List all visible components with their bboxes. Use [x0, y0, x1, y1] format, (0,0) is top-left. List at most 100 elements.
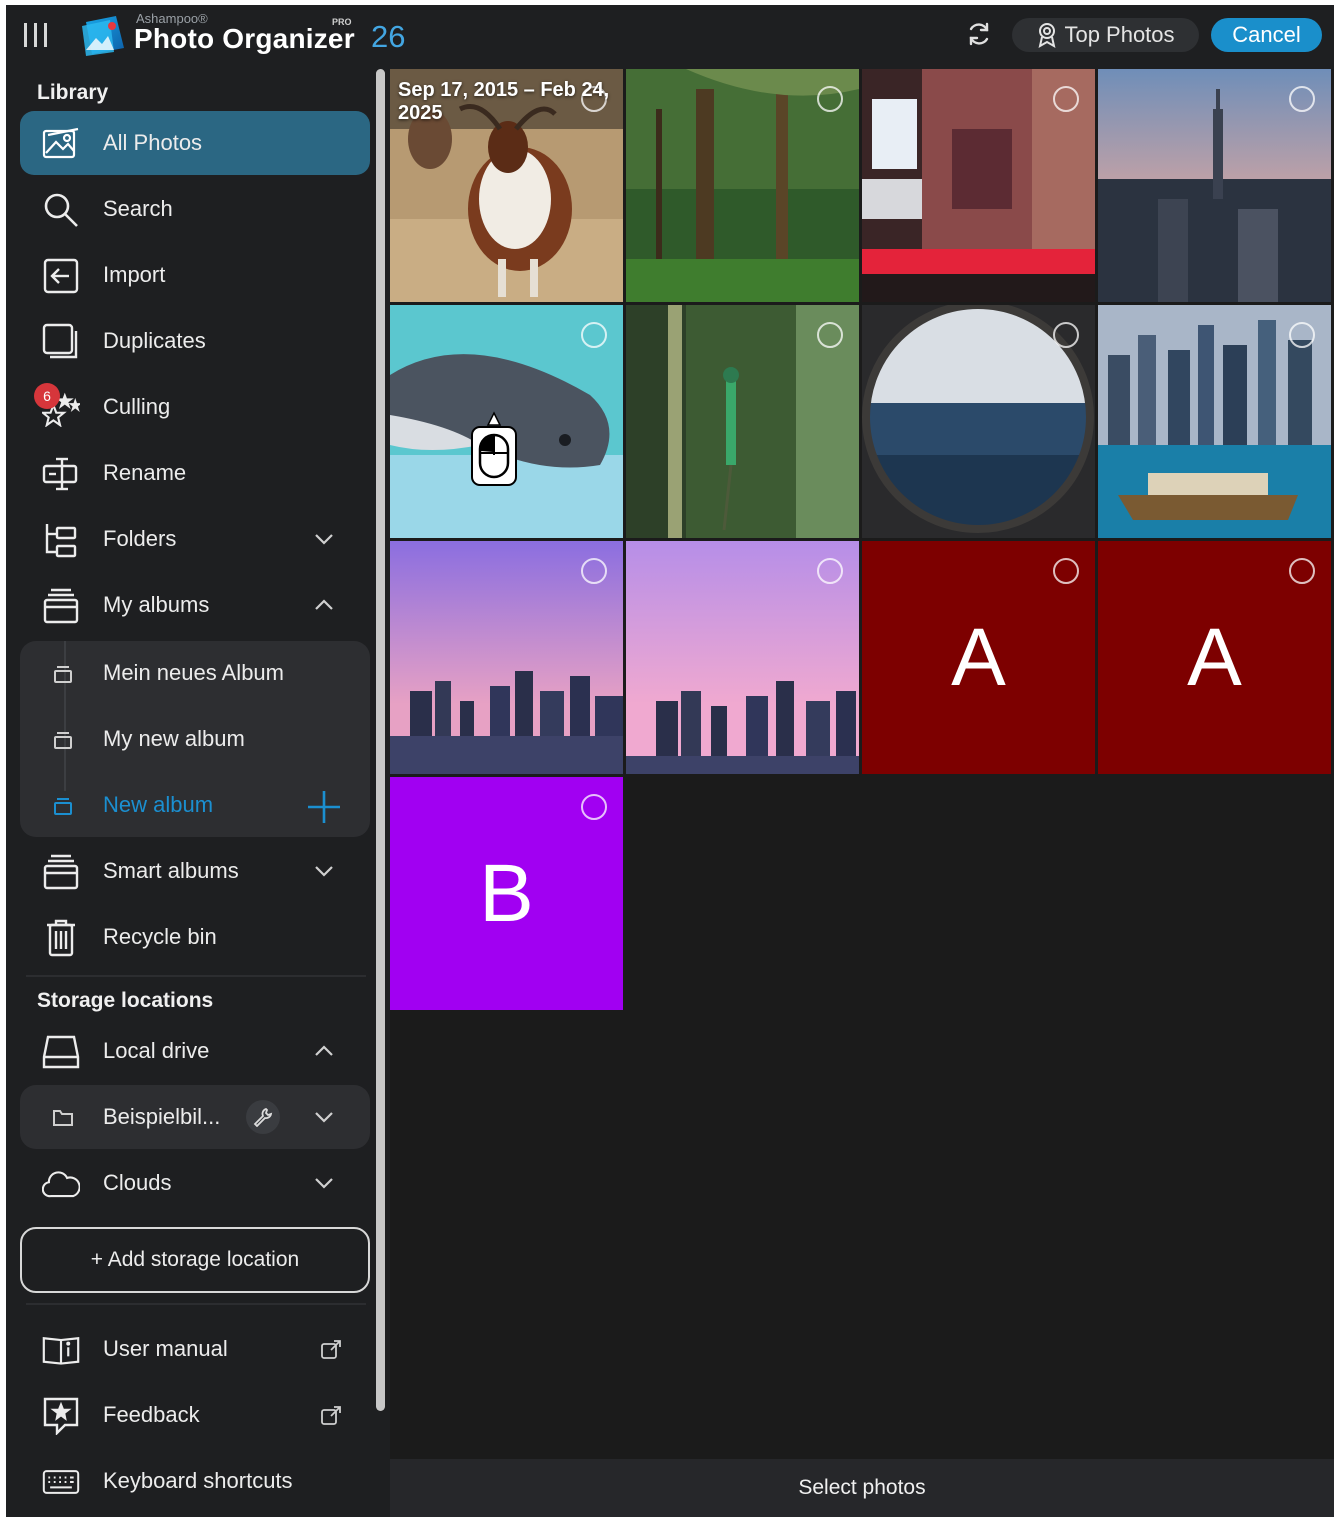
external-link-icon	[321, 1406, 341, 1425]
album-item[interactable]: My new album	[20, 707, 370, 771]
sidebar: Library All Photos Search Import Duplica…	[6, 69, 378, 1517]
sidebar-item-import[interactable]: Import	[20, 243, 370, 307]
sidebar-item-keyboard-shortcuts[interactable]: Keyboard shortcuts	[20, 1449, 370, 1513]
placeholder-tile[interactable]: A	[1098, 541, 1331, 774]
status-bar: Select photos	[390, 1459, 1334, 1517]
sidebar-item-smart-albums[interactable]: Smart albums	[20, 839, 370, 903]
select-circle[interactable]	[817, 322, 843, 348]
select-circle[interactable]	[581, 322, 607, 348]
album-label: Mein neues Album	[103, 660, 284, 685]
top-photos-button[interactable]: Top Photos	[1012, 18, 1199, 52]
smart-albums-icon	[42, 853, 80, 891]
app-version: 26	[371, 19, 406, 54]
albums-list: Mein neues Album My new album New album	[20, 641, 370, 837]
refresh-button[interactable]	[964, 19, 994, 49]
top-photos-label: Top Photos	[1064, 22, 1175, 47]
photo-tile[interactable]: Sep 17, 2015 – Feb 24, 2025	[390, 69, 623, 302]
divider	[26, 975, 366, 977]
chevron-up-icon[interactable]	[312, 593, 336, 617]
chevron-up-icon[interactable]	[312, 1039, 336, 1063]
folder-icon	[53, 1110, 73, 1126]
select-circle[interactable]	[1053, 322, 1079, 348]
chevron-down-icon[interactable]	[312, 527, 336, 551]
photo-tile[interactable]	[862, 69, 1095, 302]
photo-tile[interactable]	[862, 305, 1095, 538]
add-album-icon[interactable]	[306, 789, 342, 825]
placeholder-tile[interactable]: A	[862, 541, 1095, 774]
select-circle[interactable]	[1289, 86, 1315, 112]
photo-tile[interactable]	[1098, 305, 1331, 538]
sidebar-item-label: All Photos	[103, 130, 203, 155]
folder-label: Beispielbil...	[103, 1104, 221, 1129]
book-info-icon	[42, 1331, 80, 1369]
sidebar-item-label: Folders	[103, 526, 177, 551]
library-title: Library	[37, 81, 109, 104]
photo-tile[interactable]	[626, 305, 859, 538]
wrench-icon	[253, 1107, 273, 1127]
cancel-button[interactable]: Cancel	[1211, 18, 1322, 52]
album-item[interactable]: Mein neues Album	[20, 641, 370, 705]
sidebar-item-label: Smart albums	[103, 858, 239, 883]
photo-tile[interactable]	[626, 541, 859, 774]
sidebar-item-label: Culling	[103, 394, 171, 419]
pro-badge: PRO	[332, 17, 352, 27]
select-circle[interactable]	[581, 794, 607, 820]
external-link-icon	[321, 1340, 341, 1359]
photo-tile[interactable]	[1098, 69, 1331, 302]
sidebar-scrollbar[interactable]	[376, 69, 385, 1411]
new-album-item[interactable]: New album	[20, 773, 370, 837]
placeholder-tile[interactable]: B	[390, 777, 623, 1010]
select-circle[interactable]	[817, 86, 843, 112]
chevron-down-icon[interactable]	[312, 1105, 336, 1129]
select-circle[interactable]	[1289, 322, 1315, 348]
select-circle[interactable]	[1289, 558, 1315, 584]
select-circle[interactable]	[1053, 558, 1079, 584]
album-label: My new album	[103, 726, 245, 751]
edit-location-button[interactable]	[246, 1100, 280, 1134]
select-circle[interactable]	[1053, 86, 1079, 112]
sidebar-item-duplicates[interactable]: Duplicates	[20, 309, 370, 373]
sidebar-item-feedback[interactable]: Feedback	[20, 1383, 370, 1447]
sidebar-item-my-albums[interactable]: My albums	[20, 573, 370, 637]
feedback-icon	[42, 1397, 80, 1435]
sidebar-item-label: User manual	[103, 1336, 228, 1361]
sidebar-item-rename[interactable]: Rename	[20, 441, 370, 505]
sidebar-item-label: Duplicates	[103, 328, 206, 353]
menu-icon[interactable]	[24, 23, 52, 49]
sidebar-item-clouds[interactable]: Clouds	[20, 1151, 370, 1215]
import-icon	[42, 257, 80, 295]
photo-tile[interactable]	[390, 541, 623, 774]
status-text: Select photos	[798, 1476, 926, 1499]
chevron-down-icon[interactable]	[312, 1171, 336, 1195]
sidebar-item-local-drive[interactable]: Local drive	[20, 1019, 370, 1083]
photo-tile[interactable]	[626, 69, 859, 302]
sidebar-item-recycle-bin[interactable]: Recycle bin	[20, 905, 370, 969]
select-circle[interactable]	[817, 558, 843, 584]
select-circle[interactable]	[581, 558, 607, 584]
title-bar: Ashampoo® Photo Organizer PRO 26 Top Pho…	[6, 5, 1334, 69]
sidebar-item-folders[interactable]: Folders	[20, 507, 370, 571]
sidebar-item-culling[interactable]: 6 Culling	[20, 375, 370, 439]
album-label: New album	[103, 792, 214, 817]
cloud-icon	[42, 1165, 80, 1203]
add-storage-label: + Add storage location	[90, 1248, 300, 1271]
storage-title: Storage locations	[37, 989, 214, 1012]
chevron-down-icon[interactable]	[312, 859, 336, 883]
duplicates-icon	[42, 323, 80, 361]
trash-icon	[42, 919, 80, 957]
cancel-label: Cancel	[1232, 22, 1301, 47]
sidebar-item-search[interactable]: Search	[20, 177, 370, 241]
sidebar-item-user-manual[interactable]: User manual	[20, 1317, 370, 1381]
search-icon	[42, 191, 80, 229]
album-icon	[54, 732, 72, 749]
add-storage-location-button[interactable]: + Add storage location	[20, 1227, 370, 1293]
rename-icon	[42, 455, 80, 493]
photo-organizer-window: Ashampoo® Photo Organizer PRO 26 Top Pho…	[6, 5, 1334, 1517]
sidebar-item-label: Keyboard shortcuts	[103, 1468, 293, 1493]
sidebar-item-label: My albums	[103, 592, 210, 617]
divider	[26, 1303, 366, 1305]
sidebar-item-all-photos[interactable]: All Photos	[20, 111, 370, 175]
album-icon	[54, 798, 72, 815]
photo-grid: Sep 17, 2015 – Feb 24, 2025 A A B	[390, 69, 1334, 1459]
storage-folder-item[interactable]: Beispielbil...	[20, 1085, 370, 1149]
